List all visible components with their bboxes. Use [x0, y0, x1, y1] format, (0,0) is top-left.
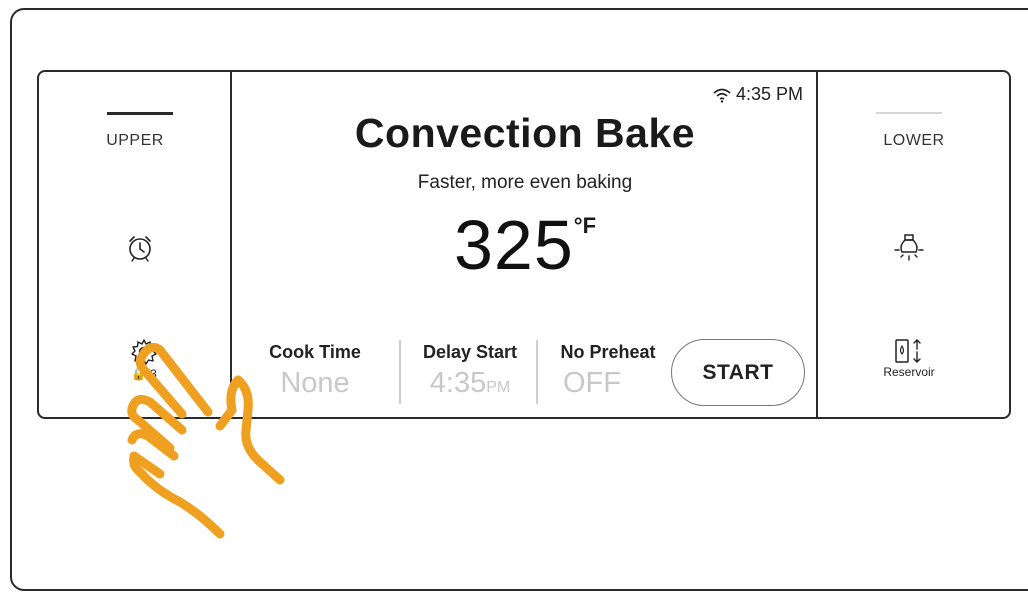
- clock-time: 4:35 PM: [735, 84, 803, 104]
- delay-start-setting[interactable]: Delay Start 4:35PM: [413, 342, 527, 400]
- lower-selected-indicator: [876, 112, 942, 114]
- cook-mode-title[interactable]: Convection Bake: [233, 110, 817, 157]
- no-preheat-label: No Preheat: [560, 342, 656, 362]
- timer-button[interactable]: [122, 230, 158, 266]
- no-preheat-value: OFF: [563, 367, 621, 399]
- delay-start-value: 4:35PM: [429, 367, 511, 399]
- setting-separator: [399, 340, 401, 404]
- start-button[interactable]: START: [671, 339, 805, 406]
- lower-oven-button[interactable]: LOWER: [819, 132, 1009, 150]
- reservoir-icon: [895, 339, 921, 363]
- upper-oven-button[interactable]: UPPER: [39, 132, 231, 150]
- wifi-icon: [713, 88, 731, 103]
- temperature-unit: °F: [573, 213, 597, 238]
- alarm-clock-icon: [129, 236, 151, 262]
- lower-oven-column: LOWER Reservoir: [819, 72, 1009, 417]
- temperature-value: 325: [453, 206, 574, 284]
- cook-mode-subtitle: Faster, more even baking: [417, 172, 633, 193]
- light-bulb-icon: [894, 234, 924, 261]
- setting-separator: [536, 340, 538, 404]
- delay-start-label: Delay Start: [422, 342, 518, 362]
- reservoir-label: Reservoir: [883, 365, 935, 379]
- no-preheat-setting[interactable]: No Preheat OFF: [551, 342, 665, 400]
- pointing-hand-icon: [127, 342, 285, 539]
- reservoir-button[interactable]: Reservoir: [863, 330, 955, 386]
- main-display: 4:35 PM Convection Bake Faster, more eve…: [233, 72, 817, 417]
- status-bar: 4:35 PM: [712, 84, 803, 105]
- temperature-display[interactable]: 325°F: [233, 205, 817, 285]
- oven-light-button[interactable]: [889, 227, 929, 267]
- upper-selected-indicator: [107, 112, 173, 115]
